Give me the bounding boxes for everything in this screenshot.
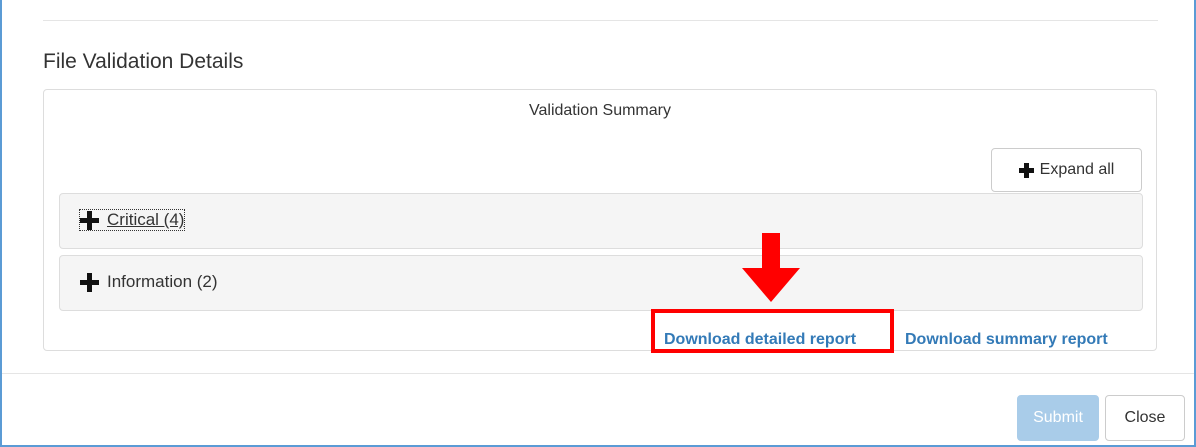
- submit-button[interactable]: Submit: [1017, 395, 1099, 441]
- accordion-toggle-critical[interactable]: Critical (4): [78, 209, 186, 231]
- plus-icon: [80, 272, 99, 292]
- expand-all-label: Expand all: [1039, 161, 1115, 178]
- accordion-critical: Critical (4): [59, 193, 1143, 249]
- annotation-arrow-down-icon: [742, 268, 800, 302]
- header-divider: [43, 20, 1158, 21]
- validation-summary-panel: Validation Summary Expand all Critical (…: [43, 89, 1157, 351]
- expand-all-button[interactable]: Expand all: [991, 148, 1142, 192]
- accordion-label: Critical (4): [107, 210, 185, 229]
- accordion-information: Information (2): [59, 255, 1143, 311]
- plus-icon: [80, 210, 99, 230]
- plus-icon: [1018, 162, 1034, 178]
- annotation-arrow-shaft: [762, 233, 780, 269]
- annotation-highlight-box: [651, 309, 894, 353]
- close-button[interactable]: Close: [1105, 395, 1185, 441]
- accordion-label: Information (2): [107, 272, 218, 291]
- download-summary-report-link[interactable]: Download summary report: [905, 331, 1108, 349]
- section-title: File Validation Details: [43, 50, 244, 73]
- accordion-toggle-information[interactable]: Information (2): [80, 272, 218, 292]
- footer-divider: [2, 373, 1194, 374]
- panel-heading: Validation Summary: [529, 102, 671, 119]
